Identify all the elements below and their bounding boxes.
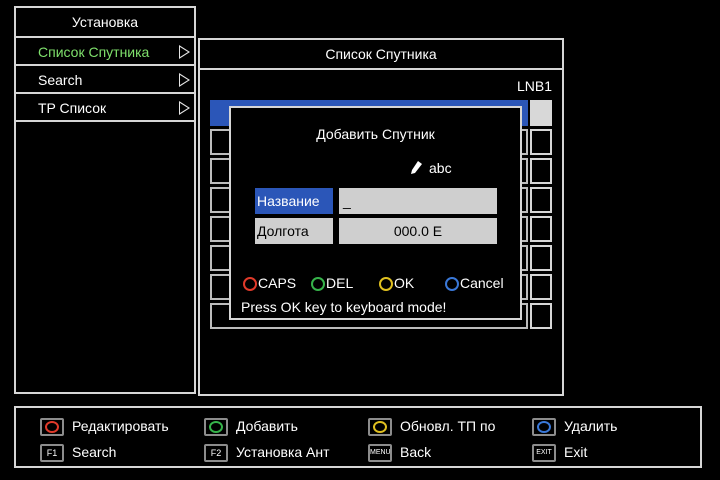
- update-tp-label: Обновл. ТП по: [400, 418, 496, 434]
- red-button-icon: [243, 277, 257, 291]
- add-satellite-dialog: Добавить Спутник abc Название _ Долгота …: [229, 106, 522, 320]
- del-button-label: DEL: [326, 275, 354, 291]
- back-action[interactable]: MENU Back: [368, 442, 432, 463]
- antenna-setup-action[interactable]: F2 Установка Ант: [204, 442, 330, 463]
- edit-action[interactable]: Редактировать: [40, 416, 169, 437]
- delete-label: Удалить: [564, 418, 618, 434]
- input-mode-indicator: abc: [429, 160, 452, 176]
- ok-button-label: OK: [394, 275, 415, 291]
- pencil-icon: [411, 161, 422, 174]
- blue-key-icon: [532, 418, 556, 437]
- longitude-field-label: Долгота: [255, 218, 333, 244]
- setup-menu-panel: Установка Список Спутника Search TP Спис…: [14, 6, 196, 394]
- right-arrow-icon: [179, 101, 190, 115]
- lnb-checkbox[interactable]: [530, 274, 552, 300]
- lnb-column-header: LNB1: [516, 78, 552, 94]
- menu-item-search[interactable]: Search: [16, 66, 194, 94]
- caps-button-label: CAPS: [258, 275, 297, 291]
- antenna-setup-label: Установка Ант: [236, 444, 330, 460]
- delete-char-button[interactable]: DEL: [311, 274, 353, 292]
- f1-key-icon: F1: [40, 444, 64, 463]
- f2-key-icon: F2: [204, 444, 228, 463]
- back-label: Back: [400, 444, 432, 460]
- red-key-icon: [40, 418, 64, 437]
- longitude-input[interactable]: 000.0 E: [339, 218, 497, 244]
- ok-button[interactable]: OK: [379, 274, 414, 292]
- lnb-checkbox[interactable]: [530, 216, 552, 242]
- exit-action[interactable]: EXIT Exit: [532, 442, 588, 463]
- lnb-checkbox[interactable]: [530, 245, 552, 271]
- caps-button[interactable]: CAPS: [243, 274, 296, 292]
- right-arrow-icon: [179, 73, 190, 87]
- yellow-button-icon: [379, 277, 393, 291]
- menu-item-satellite-list[interactable]: Список Спутника: [16, 38, 194, 66]
- lnb-checkbox[interactable]: [530, 158, 552, 184]
- menu-item-label: TP Список: [38, 100, 107, 116]
- edit-label: Редактировать: [72, 418, 169, 434]
- name-field-label: Название: [255, 188, 333, 214]
- exit-key-icon: EXIT: [532, 444, 556, 463]
- dialog-title: Добавить Спутник: [316, 126, 435, 142]
- lnb-checkbox[interactable]: [530, 187, 552, 213]
- search-label: Search: [72, 444, 117, 460]
- menu-item-tp-list[interactable]: TP Список: [16, 94, 194, 122]
- yellow-key-icon: [368, 418, 392, 437]
- add-label: Добавить: [236, 418, 298, 434]
- blue-button-icon: [445, 277, 459, 291]
- setup-menu-title: Установка: [16, 8, 194, 38]
- add-action[interactable]: Добавить: [204, 416, 298, 437]
- right-arrow-icon: [179, 45, 190, 59]
- keyboard-hint: Press OK key to keyboard mode!: [241, 299, 447, 315]
- green-button-icon: [311, 277, 325, 291]
- exit-label: Exit: [564, 444, 588, 460]
- key-legend-bar: Редактировать Добавить Обновл. ТП по Уда…: [14, 406, 702, 468]
- name-input[interactable]: _: [339, 188, 497, 214]
- search-action[interactable]: F1 Search: [40, 442, 117, 463]
- satellite-list-title: Список Спутника: [200, 40, 562, 70]
- lnb-checkbox[interactable]: [530, 129, 552, 155]
- menu-item-label: Search: [38, 72, 83, 88]
- cancel-button-label: Cancel: [460, 275, 504, 291]
- delete-action[interactable]: Удалить: [532, 416, 618, 437]
- menu-key-icon: MENU: [368, 444, 392, 463]
- cancel-button[interactable]: Cancel: [445, 274, 504, 292]
- lnb-checkbox[interactable]: [530, 303, 552, 329]
- menu-item-label: Список Спутника: [38, 44, 150, 60]
- update-tp-action[interactable]: Обновл. ТП по: [368, 416, 496, 437]
- green-key-icon: [204, 418, 228, 437]
- lnb-checkbox[interactable]: [530, 100, 552, 126]
